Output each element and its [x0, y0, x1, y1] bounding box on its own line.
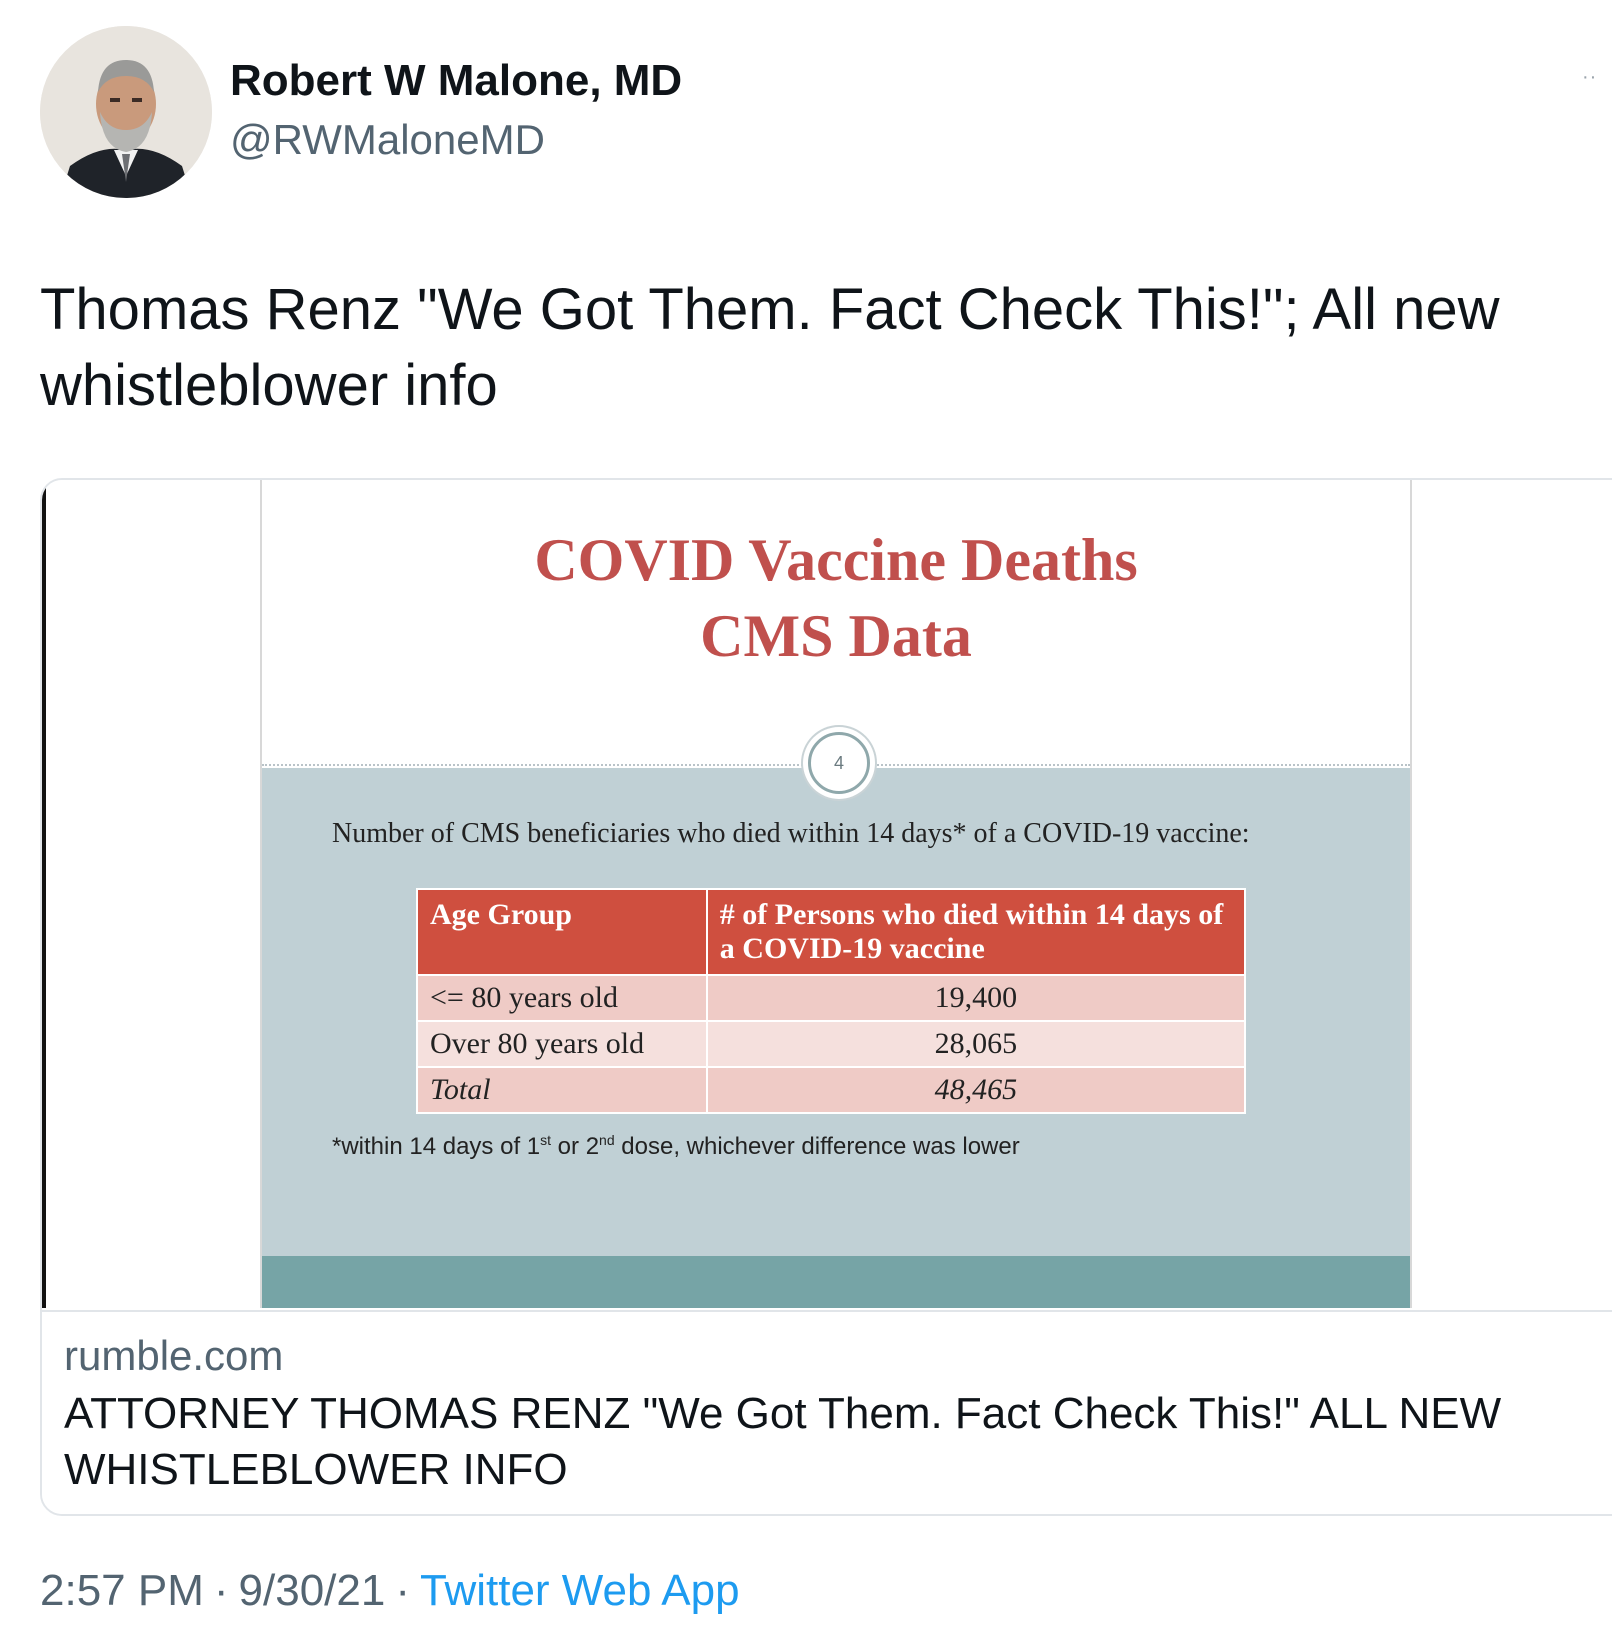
card-image: COVID Vaccine Deaths CMS Data 4 Number o…: [42, 480, 1612, 1308]
avatar[interactable]: [40, 26, 212, 198]
table-cell-total-count: 48,465: [705, 1066, 1247, 1114]
card-meta[interactable]: rumble.com ATTORNEY THOMAS RENZ "We Got …: [42, 1310, 1612, 1514]
meta-separator: ·: [395, 1566, 410, 1615]
table-row-total: Total 48,465: [416, 1066, 1247, 1114]
tweet-source-link[interactable]: Twitter Web App: [420, 1566, 740, 1615]
table-row: Over 80 years old 28,065: [416, 1020, 1247, 1068]
author-handle[interactable]: @RWMaloneMD: [230, 116, 545, 164]
table-cell-count: 28,065: [705, 1020, 1247, 1068]
card-image-edge: [42, 480, 46, 1308]
slide-caption: Number of CMS beneficiaries who died wit…: [332, 818, 1250, 849]
tweet-date[interactable]: 9/30/21: [239, 1566, 386, 1615]
footnote-superscript-first: st: [540, 1132, 552, 1148]
table-header-age-group: Age Group: [416, 888, 708, 976]
table-cell-age-group: <= 80 years old: [416, 974, 708, 1022]
slide-title-line-1: COVID Vaccine Deaths: [534, 527, 1138, 593]
deaths-table: Age Group # of Persons who died within 1…: [416, 888, 1247, 1114]
author-display-name[interactable]: Robert W Malone, MD: [230, 56, 682, 106]
presentation-slide: COVID Vaccine Deaths CMS Data 4 Number o…: [260, 480, 1412, 1308]
table-header-row: Age Group # of Persons who died within 1…: [416, 888, 1247, 976]
slide-number-badge: 4: [808, 732, 870, 794]
footnote-text-start: *within 14 days of 1: [332, 1133, 541, 1160]
footnote-text-end: dose, whichever difference was lower: [614, 1133, 1020, 1160]
meta-separator: ·: [213, 1566, 229, 1615]
footnote-text-middle: or 2: [551, 1133, 600, 1160]
table-cell-count: 19,400: [705, 974, 1247, 1022]
avatar-portrait-image: [40, 26, 212, 198]
tweet-meta: 2:57 PM · 9/30/21 · Twitter Web App: [40, 1566, 740, 1616]
slide-footer-band: [262, 1256, 1410, 1308]
card-title: ATTORNEY THOMAS RENZ "We Got Them. Fact …: [64, 1389, 1502, 1494]
table-cell-total-label: Total: [416, 1066, 708, 1114]
table-header-persons: # of Persons who died within 14 days of …: [705, 888, 1247, 976]
slide-footnote: *within 14 days of 1st or 2nd dose, whic…: [332, 1132, 1020, 1161]
more-options-icon[interactable]: ··: [1582, 66, 1597, 89]
footnote-superscript-second: nd: [599, 1132, 615, 1148]
link-preview-card[interactable]: COVID Vaccine Deaths CMS Data 4 Number o…: [40, 478, 1612, 1516]
slide-title-line-2: CMS Data: [700, 603, 972, 669]
table-row: <= 80 years old 19,400: [416, 974, 1247, 1022]
card-domain: rumble.com: [64, 1332, 284, 1379]
slide-title: COVID Vaccine Deaths CMS Data: [262, 522, 1410, 674]
table-cell-age-group: Over 80 years old: [416, 1020, 708, 1068]
tweet-text: Thomas Renz "We Got Them. Fact Check Thi…: [40, 277, 1500, 418]
tweet-time[interactable]: 2:57 PM: [40, 1566, 204, 1615]
